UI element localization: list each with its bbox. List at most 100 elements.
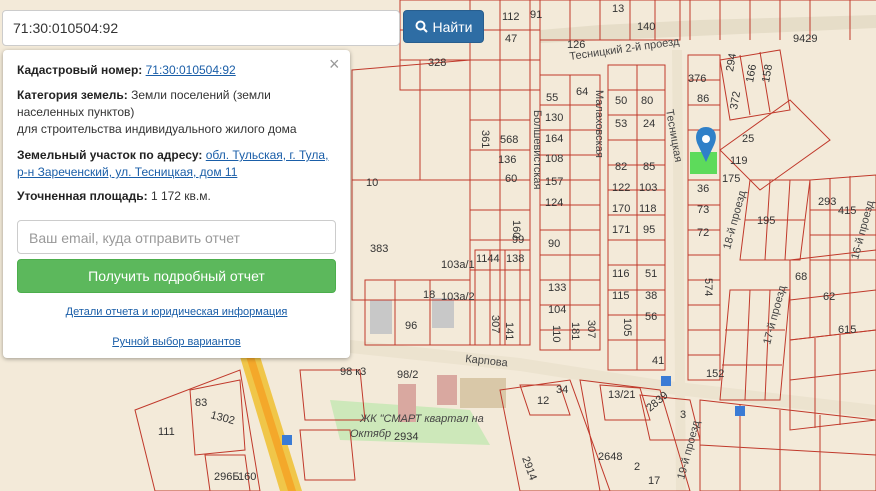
parcel-label: 72 [697,227,709,239]
building [370,300,392,334]
bus-stop-icon [735,406,745,416]
search-button[interactable]: Найти [403,10,484,43]
parcel-label: 41 [652,355,664,367]
parcel-label: 133 [548,282,566,294]
parcel-label: 73 [697,204,709,216]
parcel-label: 376 [688,73,706,85]
parcel-label: 296Б [214,471,240,483]
category-row: Категория земель: Земли поселений (земли… [17,87,337,138]
parcel-label: 56 [645,311,657,323]
area-value: 1 172 кв.м. [150,189,211,203]
manual-selection-link[interactable]: Ручной выбор вариантов [3,336,350,348]
parcel-label: 12 [537,395,549,407]
category-label: Категория земель: [17,88,128,102]
parcel-label: 361 [479,130,491,148]
parcel-label: 96 [405,320,417,332]
parcel-label: 13/21 [608,389,636,401]
parcel-label: 9429 [793,33,817,45]
parcel-label: 103а/2 [441,291,475,303]
parcel-label: 86 [697,93,709,105]
parcel-label: 293 [818,196,836,208]
get-report-button[interactable]: Получить подробный отчет [17,259,336,293]
parcel-info-popup: × Кадастровый номер: 71:30:010504:92 Кат… [3,50,350,358]
building [437,375,457,405]
parcel-label: 82 [615,161,627,173]
complex-label: ЖК "СМАРТ квартал на [359,413,484,425]
parcel-label: 99 [512,234,524,246]
street-label: Малаховская [593,90,605,158]
cadastral-label: Кадастровый номер: [17,63,143,77]
parcel-label: 111 [158,426,175,438]
address-label: Земельный участок по адресу: [17,148,203,162]
parcel-label: 55 [546,92,558,104]
parcel-label: 112 [502,11,520,23]
cadastral-row: Кадастровый номер: 71:30:010504:92 [17,62,337,79]
parcel-label: 140 [637,21,655,33]
parcel-label: 98/2 [397,369,418,381]
parcel-label: 141 [503,322,515,340]
parcel-label: 119 [730,155,748,167]
parcel-label: 85 [643,161,655,173]
parcel-label: 307 [585,320,597,338]
parcel-label: 615 [838,324,856,336]
parcel-label: 152 [706,368,724,380]
category-value: Земли поселений (земли [131,88,271,102]
parcel-label: 157 [545,176,563,188]
parcel-label: 328 [428,57,446,69]
parcel-label: 2 [634,461,640,473]
parcel-label: 38 [645,290,657,302]
parcel-label: 64 [576,86,588,98]
parcel-label: 138 [506,253,524,265]
parcel-label: 136 [498,154,516,166]
street-label: Болшевистская [531,110,543,190]
category-value: населенных пунктов) [17,105,135,119]
parcel-label: 1144 [476,253,500,265]
parcel-label: 126 [567,39,585,51]
address-link[interactable]: обл. Тульская, г. Тула, [206,148,329,162]
parcel-label: 80 [641,95,653,107]
parcel-label: 108 [545,153,563,165]
parcel-label: 105 [621,318,633,336]
parcel-label: 171 [612,224,630,236]
parcel-label: 110 [550,325,562,343]
parcel-label: 115 [612,290,630,302]
complex-label: Октябр [350,428,391,440]
parcel-label: 2934 [394,431,418,443]
parcel-label: 62 [823,291,835,303]
cadastral-number-link[interactable]: 71:30:010504:92 [146,63,236,77]
address-link[interactable]: р-н Зареченский, ул. Тесницкая, дом 11 [17,165,237,179]
area-row: Уточненная площадь: 1 172 кв.м. [17,188,337,205]
parcel-label: 103 [639,182,657,194]
parcel-label: 383 [370,243,388,255]
parcel-label: 18 [423,289,435,301]
address-row: Земельный участок по адресу: обл. Тульск… [17,147,337,181]
parcel-label: 104 [548,304,566,316]
parcel-label: 3 [680,409,686,421]
parcel-label: 124 [545,197,563,209]
parcel-label: 98 к3 [340,366,366,378]
parcel-label: 51 [645,268,657,280]
report-details-link[interactable]: Детали отчета и юридическая информация [3,306,350,318]
bus-stop-icon [282,435,292,445]
parcel-label: 60 [505,173,517,185]
search-field[interactable]: 71:30:010504:92 [2,10,400,46]
parcel-label: 25 [742,133,754,145]
email-field[interactable]: Ваш email, куда отправить отчет [17,220,336,254]
parcel-label: 160 [238,471,256,483]
parcel-label: 2648 [598,451,622,463]
building [460,378,506,408]
parcel-label: 34 [556,384,568,396]
parcel-label: 130 [545,112,563,124]
search-button-label: Найти [432,18,473,35]
parcel-label: 574 [702,278,714,296]
parcel-label: 13 [612,3,624,15]
parcel-label: 10 [366,177,378,189]
parcel-label: 307 [489,315,501,333]
search-icon [415,20,428,33]
search-input[interactable]: 71:30:010504:92 [13,20,118,36]
parcel-label: 103а/1 [441,259,475,271]
parcel-label: 122 [612,182,630,194]
parcel-label: 181 [569,322,581,340]
parcel-label: 568 [500,134,518,146]
parcel-label: 116 [612,268,630,280]
